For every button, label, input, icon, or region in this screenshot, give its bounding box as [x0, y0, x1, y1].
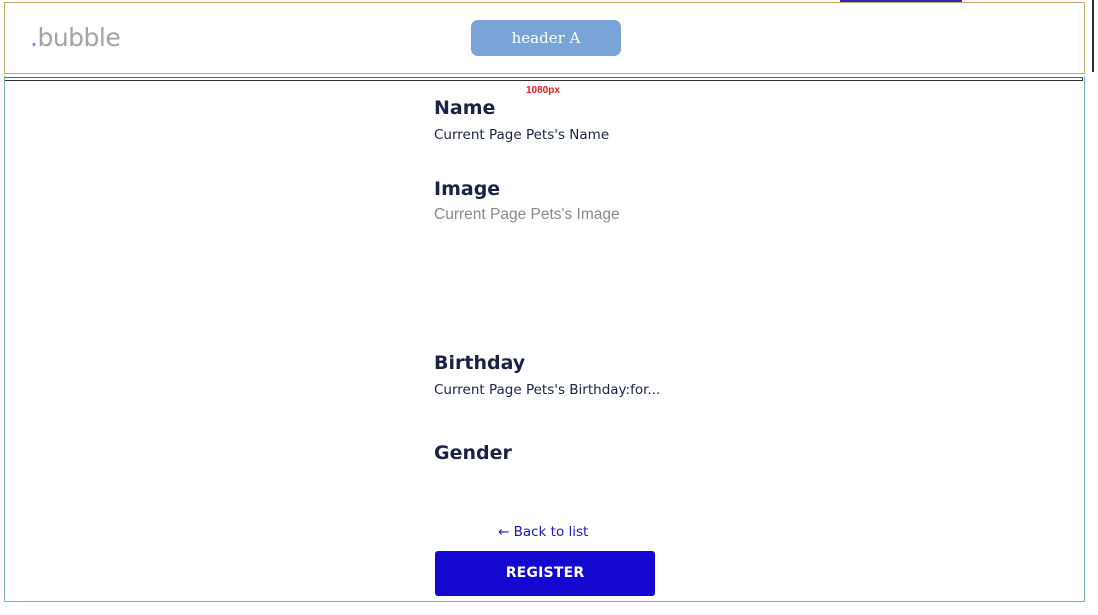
name-label: Name — [434, 97, 496, 119]
page: .bubble header A 1080px Name Current Pag… — [0, 0, 1098, 615]
image-placeholder: Current Page Pets's Image — [434, 206, 620, 223]
logo-text: bubble — [37, 23, 121, 52]
image-label: Image — [434, 178, 501, 200]
right-edge-line — [1092, 0, 1094, 72]
birthday-value: Current Page Pets's Birthday:for... — [434, 382, 661, 398]
register-button[interactable]: REGISTER — [435, 551, 655, 596]
name-value: Current Page Pets's Name — [434, 127, 610, 143]
birthday-label: Birthday — [434, 352, 526, 374]
header: .bubble header A — [4, 2, 1085, 74]
back-to-list-link[interactable]: ← Back to list — [498, 524, 588, 540]
header-a-button[interactable]: header A — [471, 20, 621, 56]
gender-label: Gender — [434, 442, 512, 464]
bubble-logo[interactable]: .bubble — [30, 23, 121, 52]
